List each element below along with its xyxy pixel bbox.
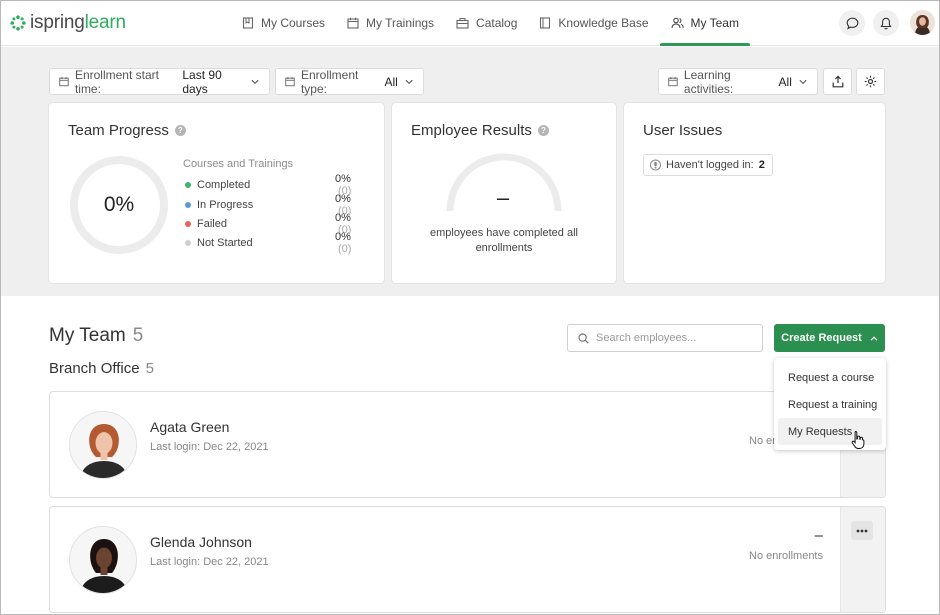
ispring-logo-icon (10, 15, 26, 31)
nav-label: Catalog (476, 16, 518, 30)
knowledge-base-icon (540, 17, 551, 29)
export-button[interactable] (823, 68, 852, 95)
filter-label: Enrollment type: (300, 67, 359, 96)
results-value: – (496, 185, 510, 210)
employee-photo (70, 527, 136, 593)
legend-dot (185, 221, 191, 227)
settings-button[interactable] (856, 68, 885, 95)
employee-name[interactable]: Glenda Johnson (150, 534, 252, 550)
enrollment-type-filter[interactable]: Enrollment type: All (275, 67, 424, 96)
employee-avatar (69, 411, 137, 479)
menu-item-request-course[interactable]: Request a course (778, 364, 882, 391)
my-team-heading: My Team 5 (49, 325, 144, 346)
team-icon (670, 17, 684, 29)
menu-item-my-requests[interactable]: My Requests (778, 418, 882, 445)
chevron-down-icon (405, 79, 413, 84)
employee-last-login: Last login: Dec 22, 2021 (150, 441, 269, 453)
not-logged-in-chip[interactable]: Haven't logged in: 2 (643, 154, 773, 176)
help-icon[interactable]: ? (174, 125, 186, 136)
main-nav: My Courses My Trainings Catalog Knowledg… (231, 0, 751, 46)
more-dots-icon (856, 529, 868, 532)
catalog-icon (456, 18, 469, 29)
learning-activities-filter[interactable]: Learning activities: All (658, 67, 818, 96)
employee-actions-column (840, 507, 885, 612)
chevron-up-icon (870, 335, 878, 341)
legend-row-failed: Failed 0%(0) (185, 212, 365, 236)
nav-label: My Courses (261, 16, 326, 30)
progress-percent: 0% (103, 193, 135, 216)
legend-row-completed: Completed 0%(0) (185, 173, 365, 197)
legend-row-not-started: Not Started 0%(0) (185, 231, 365, 255)
messages-button[interactable] (839, 10, 865, 36)
team-progress-card: Team Progress? 0% Courses and Trainings … (49, 103, 384, 283)
employee-avatar (69, 526, 137, 594)
legend-row-in-progress: In Progress 0%(0) (185, 193, 365, 217)
more-actions-button[interactable] (851, 521, 873, 540)
employee-search[interactable] (567, 324, 763, 352)
filter-value: All (778, 74, 792, 89)
top-bar: ispringlearn My Courses My Trainings Cat… (0, 0, 940, 46)
employee-photo (70, 412, 136, 478)
filter-label: Learning activities: (683, 67, 734, 96)
legend-dot (185, 240, 191, 246)
ispring-logo[interactable]: ispringlearn (10, 12, 126, 34)
team-progress-title: Team Progress? (68, 122, 186, 139)
branch-heading: Branch Office 5 (49, 360, 154, 377)
legend-dot (185, 182, 191, 188)
employee-card[interactable]: Glenda Johnson Last login: Dec 22, 2021 … (49, 506, 886, 613)
bell-icon (880, 17, 892, 29)
legend-title: Courses and Trainings (183, 158, 294, 170)
menu-item-request-training[interactable]: Request a training (778, 391, 882, 418)
create-request-menu: Request a course Request a training My R… (774, 358, 886, 450)
create-request-button[interactable]: Create Request (774, 324, 885, 352)
calendar-icon (347, 17, 359, 29)
nav-label: My Team (690, 16, 739, 30)
user-issues-title: User Issues (643, 122, 723, 139)
nav-knowledge-base[interactable]: Knowledge Base (528, 0, 659, 46)
calendar-icon (285, 76, 295, 87)
footprint-icon (650, 159, 661, 171)
export-icon (832, 75, 843, 88)
nav-my-trainings[interactable]: My Trainings (336, 0, 445, 46)
gear-icon (864, 75, 877, 88)
employee-results-card: Employee Results? – employees have compl… (392, 103, 616, 283)
chevron-down-icon (799, 79, 807, 84)
employee-name[interactable]: Agata Green (150, 419, 229, 435)
nav-label: My Trainings (366, 16, 435, 30)
notifications-button[interactable] (873, 10, 899, 36)
chat-bubble-icon (846, 17, 858, 30)
help-icon[interactable]: ? (537, 125, 549, 136)
user-avatar-image (910, 10, 935, 35)
results-caption: employees have completed all enrollments (430, 227, 578, 254)
employee-results-title: Employee Results? (411, 122, 549, 139)
employee-card[interactable]: Agata Green Last login: Dec 22, 2021 No … (49, 391, 886, 498)
enrollment-status: No enrollments (749, 550, 823, 562)
nav-my-team[interactable]: My Team (659, 0, 751, 46)
calendar-icon (59, 76, 69, 87)
nav-my-courses[interactable]: My Courses (231, 0, 336, 46)
user-avatar[interactable] (910, 10, 935, 35)
employee-last-login: Last login: Dec 22, 2021 (150, 556, 269, 568)
logo-text: ispringlearn (30, 12, 126, 33)
book-icon (242, 17, 254, 29)
user-issues-card: User Issues Haven't logged in: 2 (624, 103, 885, 283)
search-icon (578, 332, 589, 344)
filter-label: Enrollment start time: (74, 67, 159, 96)
filter-value: All (384, 74, 398, 89)
filter-value: Last 90 days (182, 67, 222, 96)
chevron-down-icon (251, 79, 259, 84)
enrollment-value: – (814, 527, 823, 544)
legend-dot (185, 202, 191, 208)
nav-catalog[interactable]: Catalog (445, 0, 528, 46)
search-input[interactable] (596, 332, 756, 344)
nav-label: Knowledge Base (558, 16, 649, 30)
calendar-icon (668, 76, 678, 87)
hand-cursor-icon (851, 430, 865, 449)
enrollment-start-filter[interactable]: Enrollment start time: Last 90 days (49, 67, 270, 96)
